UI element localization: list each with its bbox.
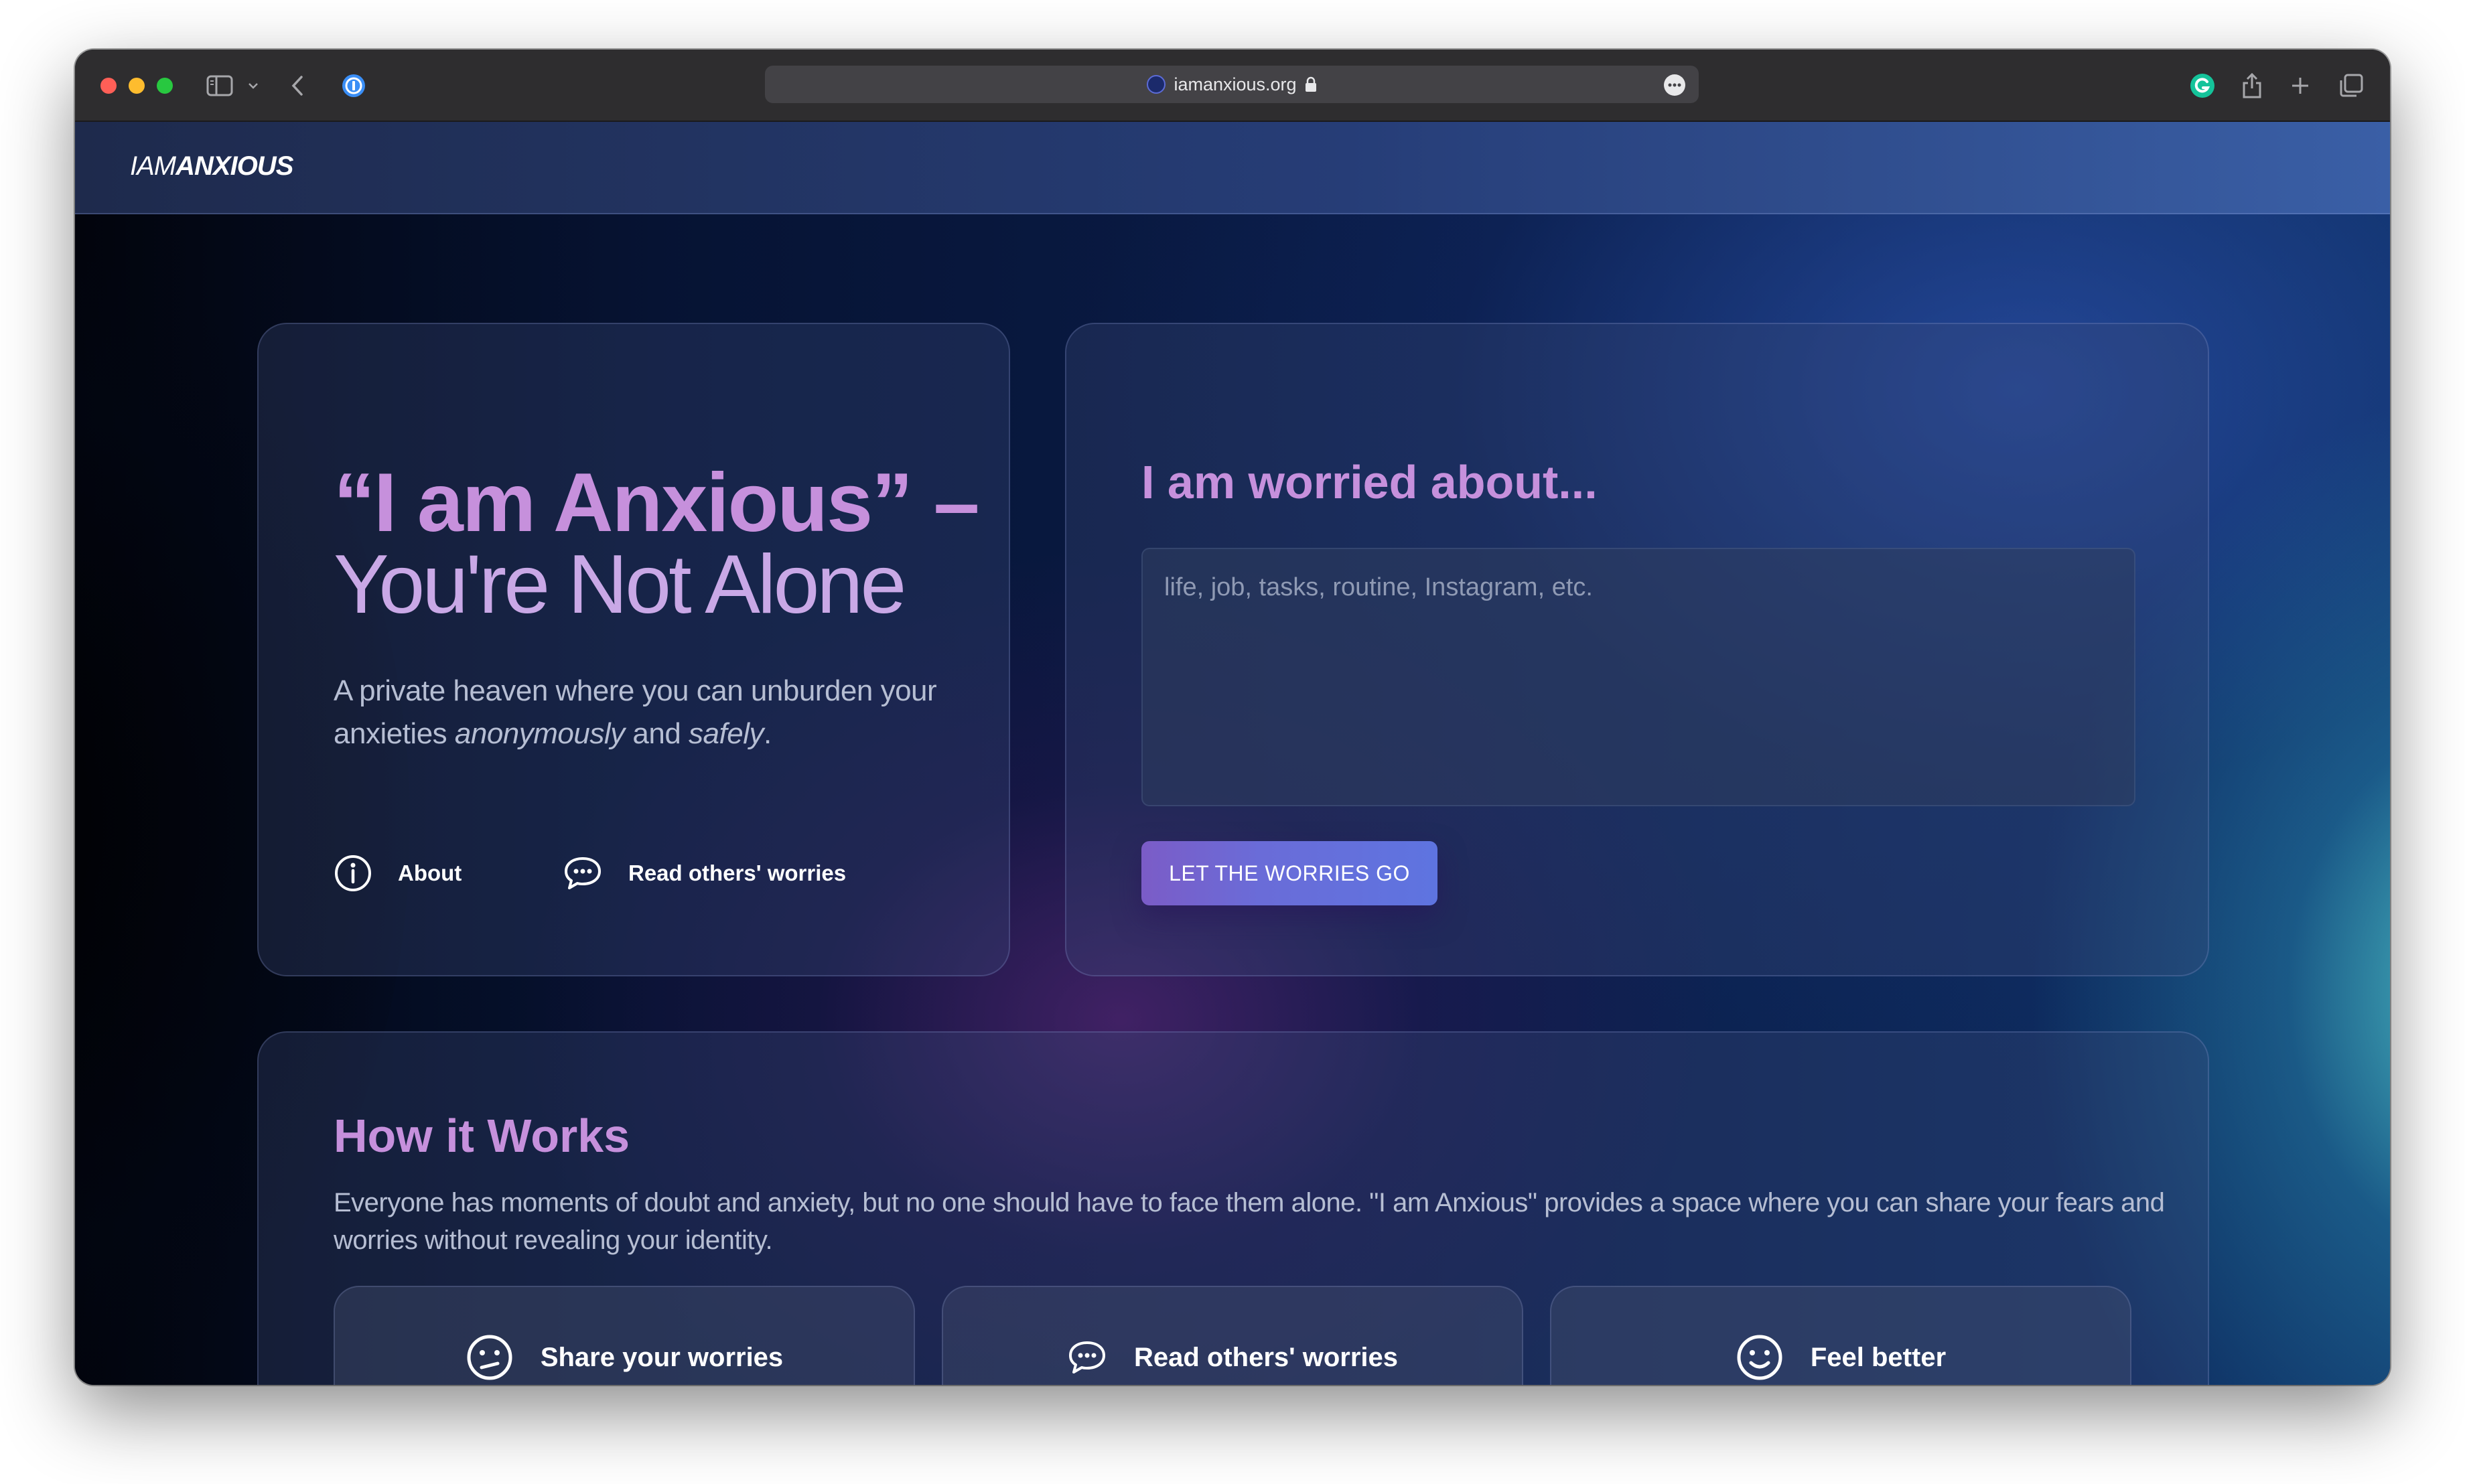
new-tab-plus-icon[interactable]	[2290, 72, 2311, 99]
lock-icon	[1305, 76, 1317, 92]
site-favicon-icon	[1147, 75, 1166, 94]
site-header: IAMANXIOUS	[75, 122, 2390, 214]
worry-form-card: I am worried about... LET THE WORRIES GO	[1065, 323, 2209, 976]
hero-title: “I am Anxious” –	[334, 457, 980, 549]
browser-toolbar: iamanxious.org	[75, 50, 2390, 122]
how-it-works-title: How it Works	[334, 1110, 630, 1162]
read-worries-link[interactable]: Read others' worries	[563, 853, 846, 893]
password-manager-icon[interactable]	[340, 72, 367, 99]
chevron-down-icon[interactable]	[248, 72, 259, 99]
step-share-worries: Share your worries	[334, 1286, 915, 1385]
worry-form-title: I am worried about...	[1141, 456, 1598, 508]
close-window-button[interactable]	[100, 78, 117, 94]
chat-bubble-icon	[563, 855, 603, 891]
chat-bubble-icon	[1067, 1339, 1107, 1376]
how-it-works-card: How it Works Everyone has moments of dou…	[257, 1031, 2209, 1385]
hero-subtitle: You're Not Alone	[334, 538, 906, 631]
site-logo[interactable]: IAMANXIOUS	[130, 151, 293, 181]
browser-window: iamanxious.org IAMANXIOUS “I am Anxious”…	[75, 50, 2390, 1385]
hero-card: “I am Anxious” – You're Not Alone A priv…	[257, 323, 1010, 976]
step-label: Read others' worries	[1133, 1342, 1399, 1372]
url-text: iamanxious.org	[1174, 74, 1297, 94]
step-read-worries: Read others' worries	[942, 1286, 1523, 1385]
zoom-window-button[interactable]	[157, 78, 173, 94]
hero-description: A private heaven where you can unburden …	[334, 674, 937, 750]
smiling-face-icon	[1736, 1333, 1784, 1382]
about-link[interactable]: About	[334, 853, 462, 893]
minimize-window-button[interactable]	[129, 78, 145, 94]
how-it-works-description: Everyone has moments of doubt and anxiet…	[334, 1188, 2165, 1255]
info-icon	[334, 854, 372, 893]
step-feel-better: Feel better	[1550, 1286, 2131, 1385]
step-label: Feel better	[1810, 1342, 1947, 1372]
page-menu-icon[interactable]	[1664, 74, 1685, 96]
step-label: Share your worries	[540, 1342, 784, 1372]
tab-overview-icon[interactable]	[2339, 72, 2363, 99]
read-worries-link-label: Read others' worries	[628, 861, 847, 885]
address-bar[interactable]: iamanxious.org	[765, 66, 1699, 103]
worry-input[interactable]	[1141, 548, 2135, 806]
confused-face-icon	[466, 1333, 514, 1382]
about-link-label: About	[398, 861, 462, 885]
share-icon[interactable]	[2241, 72, 2263, 99]
grammarly-extension-icon[interactable]	[2189, 72, 2216, 99]
back-arrow-icon[interactable]	[291, 72, 304, 99]
sidebar-toggle-icon[interactable]	[206, 72, 233, 99]
let-worries-go-button[interactable]: LET THE WORRIES GO	[1141, 841, 1437, 905]
web-page: IAMANXIOUS “I am Anxious” – You're Not A…	[75, 122, 2390, 1385]
